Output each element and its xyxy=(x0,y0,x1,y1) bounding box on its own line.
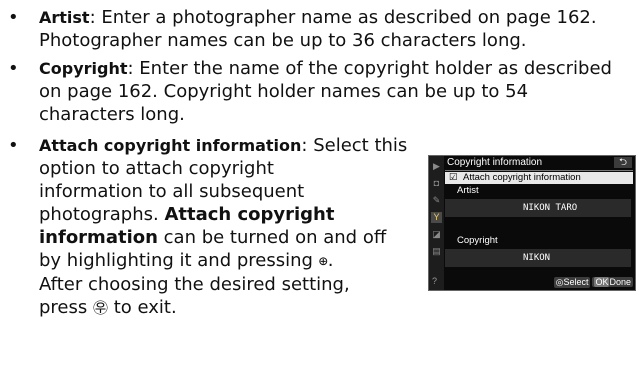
bullet-dot: • xyxy=(8,7,19,28)
playback-tab-icon: ▶ xyxy=(433,161,440,171)
custom-settings-tab-icon: ✎ xyxy=(432,195,441,205)
title-divider xyxy=(445,170,633,171)
ok-button-icon: ㉾ xyxy=(92,299,108,317)
setup-tab-icon: Y xyxy=(431,212,442,223)
back-icon[interactable]: ⮌ xyxy=(614,157,632,168)
photo-shooting-tab-icon: ◘ xyxy=(433,178,440,188)
document-page: • Artist: Enter a photographer name as d… xyxy=(0,0,639,374)
select-hint: ◎Select xyxy=(553,277,591,288)
copyright-field[interactable]: NIKON xyxy=(445,249,631,267)
my-menu-tab-icon: ▤ xyxy=(432,246,441,256)
term-artist: Artist xyxy=(39,8,90,27)
term-copyright: Copyright xyxy=(39,59,128,78)
retouch-tab-icon: ◪ xyxy=(432,229,441,239)
artist-label: Artist xyxy=(457,185,479,196)
ok-icon: OK xyxy=(594,277,610,287)
menu-tab-column: ▶ ◘ ✎ Y ◪ ▤ ? xyxy=(429,156,444,290)
attach-copyright-row[interactable]: ☑ Attach copyright information xyxy=(445,172,633,184)
artist-field[interactable]: NIKON TARO xyxy=(445,199,631,217)
help-icon: ? xyxy=(432,276,438,286)
multi-selector-right-icon: ⊕ xyxy=(318,252,328,270)
checkbox-icon[interactable]: ☑ xyxy=(449,172,458,184)
term-attach: Attach copyright information xyxy=(39,136,302,155)
copyright-label: Copyright xyxy=(457,235,498,246)
bullet-dot: • xyxy=(8,58,19,79)
bullet-dot: • xyxy=(8,135,19,156)
screen-footer: ◎Select OKDone xyxy=(552,277,633,288)
done-hint: OKDone xyxy=(592,277,633,287)
camera-menu-screen: ▶ ◘ ✎ Y ◪ ▤ ? Copyright information ⮌ ☑ … xyxy=(428,155,636,291)
screen-title: Copyright information xyxy=(447,157,543,168)
